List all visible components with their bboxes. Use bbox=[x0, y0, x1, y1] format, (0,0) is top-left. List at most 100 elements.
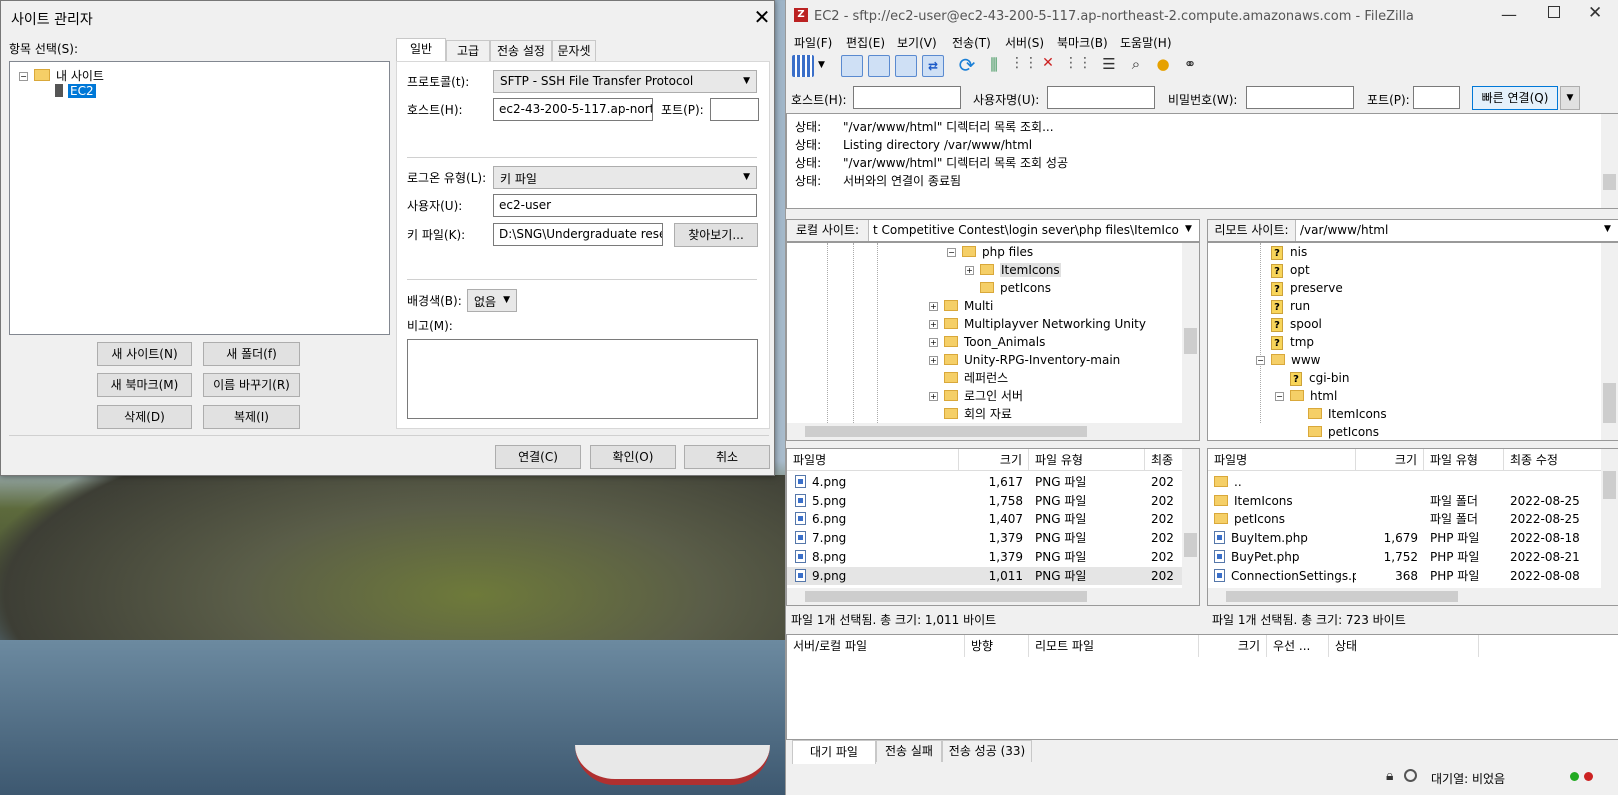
local-tree-icon[interactable] bbox=[868, 55, 890, 77]
menu-edit[interactable]: 편집(E) bbox=[846, 34, 885, 51]
column-header[interactable]: 크기 bbox=[959, 449, 1029, 471]
quick-user-input[interactable] bbox=[1047, 86, 1155, 109]
tree-item[interactable]: − www bbox=[1256, 351, 1320, 369]
expand-icon[interactable]: + bbox=[929, 320, 938, 329]
reconnect-icon[interactable]: ⋮⋮ bbox=[1064, 55, 1092, 77]
quick-port-input[interactable] bbox=[1413, 86, 1460, 109]
file-row[interactable]: .. bbox=[1208, 473, 1602, 491]
protocol-select[interactable]: SFTP - SSH File Transfer Protocol ▼ bbox=[493, 70, 757, 93]
tree-item[interactable]: ? tmp bbox=[1271, 333, 1314, 351]
binoculars-icon[interactable]: ⚭ bbox=[1179, 55, 1201, 77]
remote-path-input[interactable]: /var/www/html bbox=[1300, 223, 1590, 237]
tab-transfer[interactable]: 전송 설정 bbox=[490, 40, 552, 62]
close-icon[interactable]: ✕ bbox=[751, 5, 773, 29]
log-scrollbar[interactable] bbox=[1601, 114, 1618, 208]
logon-type-select[interactable]: 키 파일 ▼ bbox=[493, 166, 757, 189]
remote-file-list[interactable]: 파일명 크기 파일 유형 최종 수정 .. ItemIcons 파일 폴더 2022-… bbox=[1207, 448, 1618, 606]
collapse-icon[interactable]: − bbox=[1275, 392, 1284, 401]
tab-successful[interactable]: 전송 성공 (33) bbox=[942, 740, 1032, 762]
file-row[interactable]: 5.png 1,758 PNG 파일 202 bbox=[787, 492, 1183, 510]
collapse-icon[interactable]: − bbox=[1256, 356, 1265, 365]
comment-textarea[interactable] bbox=[407, 339, 758, 419]
menu-help[interactable]: 도움말(H) bbox=[1120, 34, 1172, 51]
tree-item[interactable]: + Multiplayver Networking Unity bbox=[929, 315, 1146, 333]
local-path-input[interactable]: t Competitive Contest\login sever\php fi… bbox=[873, 223, 1179, 237]
quick-pass-input[interactable] bbox=[1246, 86, 1354, 109]
file-row[interactable]: ConnectionSettings.p...368PHP 파일2022-08-… bbox=[1208, 567, 1602, 585]
column-header[interactable]: 서버/로컬 파일 bbox=[787, 635, 965, 657]
column-header[interactable]: 최종 수정 bbox=[1504, 449, 1602, 471]
collapse-icon[interactable]: − bbox=[947, 248, 956, 257]
minimize-icon[interactable]: — bbox=[1501, 5, 1517, 24]
duplicate-button[interactable]: 복제(I) bbox=[203, 405, 300, 429]
column-header[interactable]: 파일명 bbox=[787, 449, 959, 471]
chevron-down-icon[interactable]: ▼ bbox=[1185, 224, 1192, 234]
column-header[interactable]: 파일 유형 bbox=[1029, 449, 1145, 471]
file-row[interactable]: 8.png 1,379 PNG 파일 202 bbox=[787, 548, 1183, 566]
tab-advanced[interactable]: 고급 bbox=[446, 40, 490, 62]
directory-compare-icon[interactable]: ☰ bbox=[1098, 55, 1120, 77]
new-folder-button[interactable]: 새 폴더(f) bbox=[203, 342, 300, 366]
file-row[interactable]: petIcons 파일 폴더 2022-08-25 bbox=[1208, 510, 1602, 528]
tree-item[interactable]: + Multi bbox=[929, 297, 993, 315]
expand-icon[interactable]: + bbox=[965, 266, 974, 275]
file-row[interactable]: BuyItem.php 1,679 PHP 파일 2022-08-18 bbox=[1208, 529, 1602, 547]
tab-charset[interactable]: 문자셋 bbox=[552, 40, 596, 62]
tree-item[interactable]: ? run bbox=[1271, 297, 1310, 315]
menu-file[interactable]: 파일(F) bbox=[794, 34, 832, 51]
file-row[interactable]: BuyPet.php 1,752 PHP 파일 2022-08-21 bbox=[1208, 548, 1602, 566]
local-files-scrollbar[interactable] bbox=[1182, 449, 1199, 589]
column-header[interactable]: 크기 bbox=[1356, 449, 1424, 471]
column-header[interactable]: 리모트 파일 bbox=[1029, 635, 1199, 657]
new-bookmark-button[interactable]: 새 북마크(M) bbox=[97, 373, 192, 397]
delete-button[interactable]: 삭제(D) bbox=[97, 405, 192, 429]
expand-icon[interactable]: + bbox=[929, 356, 938, 365]
tab-failed[interactable]: 전송 실패 bbox=[876, 740, 942, 762]
tree-root[interactable]: − 내 사이트 bbox=[19, 67, 104, 84]
tree-item[interactable]: ? spool bbox=[1271, 315, 1322, 333]
cancel-button[interactable]: 취소 bbox=[684, 445, 770, 469]
file-row[interactable]: 4.png 1,617 PNG 파일 202 bbox=[787, 473, 1183, 491]
tree-item[interactable]: + 로그인 서버 bbox=[929, 387, 1023, 405]
filter-icon[interactable]: ⫼ bbox=[983, 55, 1005, 77]
column-header[interactable]: 방향 bbox=[965, 635, 1029, 657]
cancel-operation-icon[interactable]: ⋮⋮ bbox=[1010, 55, 1038, 77]
tree-item[interactable]: ? nis bbox=[1271, 243, 1307, 261]
user-input[interactable]: ec2-user bbox=[493, 194, 757, 217]
column-header[interactable]: 파일 유형 bbox=[1424, 449, 1504, 471]
column-header[interactable]: 크기 bbox=[1199, 635, 1267, 657]
local-files-hscrollbar[interactable] bbox=[787, 588, 1199, 605]
tree-item[interactable]: + Toon_Animals bbox=[929, 333, 1045, 351]
tree-item[interactable]: 회의 자료 bbox=[944, 405, 1012, 423]
tree-item[interactable]: + Unity-RPG-Inventory-main bbox=[929, 351, 1120, 369]
remote-files-hscrollbar[interactable] bbox=[1208, 588, 1618, 605]
tree-item[interactable]: − html bbox=[1275, 387, 1337, 405]
file-row[interactable]: 9.png 1,011 PNG 파일 202 bbox=[787, 566, 1183, 585]
speed-limit-icon[interactable] bbox=[1404, 769, 1417, 782]
column-header[interactable]: 우선 ... bbox=[1267, 635, 1329, 657]
column-header[interactable]: 상태 bbox=[1329, 635, 1479, 657]
site-manager-icon[interactable] bbox=[792, 55, 814, 77]
port-input[interactable] bbox=[710, 98, 759, 121]
transfer-queue-icon[interactable]: ⇄ bbox=[922, 55, 944, 77]
message-log-icon[interactable] bbox=[841, 55, 863, 77]
menu-transfer[interactable]: 전송(T) bbox=[952, 34, 991, 51]
refresh-icon[interactable]: ⟳ bbox=[956, 55, 978, 77]
local-tree-scrollbar[interactable] bbox=[1182, 243, 1199, 424]
tree-item[interactable]: petIcons bbox=[980, 279, 1051, 297]
close-icon[interactable]: ✕ bbox=[1588, 3, 1602, 23]
menu-bookmark[interactable]: 북마크(B) bbox=[1057, 34, 1108, 51]
quick-host-input[interactable] bbox=[853, 86, 961, 109]
tree-item[interactable]: − php files bbox=[947, 243, 1033, 261]
tree-item[interactable]: ? preserve bbox=[1271, 279, 1343, 297]
quick-connect-button[interactable]: 빠른 연결(Q) bbox=[1472, 86, 1558, 110]
tree-item[interactable]: ? opt bbox=[1271, 261, 1310, 279]
remote-tree-scrollbar[interactable] bbox=[1601, 243, 1618, 440]
tree-item[interactable]: ? cgi-bin bbox=[1290, 369, 1349, 387]
tab-general[interactable]: 일반 bbox=[396, 38, 446, 63]
sync-browse-icon[interactable]: ● bbox=[1152, 55, 1174, 77]
file-row[interactable]: ItemIcons 파일 폴더 2022-08-25 bbox=[1208, 492, 1602, 510]
disconnect-icon[interactable]: ✕ bbox=[1037, 55, 1059, 77]
local-tree-hscrollbar[interactable] bbox=[787, 423, 1199, 440]
file-row[interactable]: 6.png 1,407 PNG 파일 202 bbox=[787, 510, 1183, 528]
